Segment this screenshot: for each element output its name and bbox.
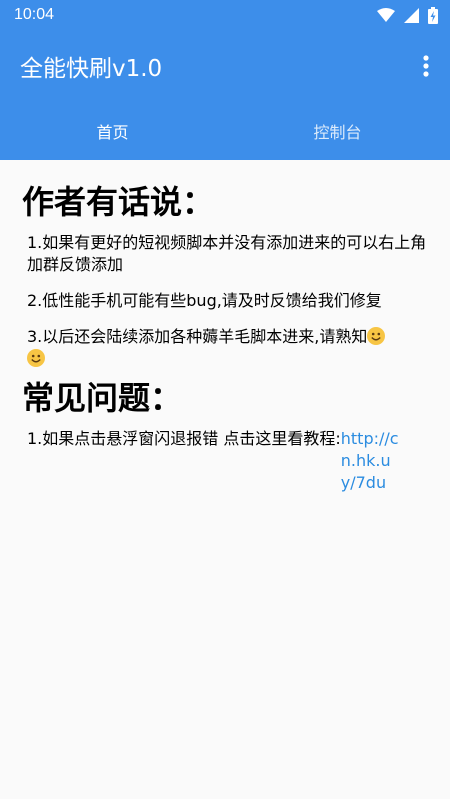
- author-item-2: 2.低性能手机可能有些bug,请及时反馈给我们修复: [27, 291, 382, 310]
- tab-console-label: 控制台: [313, 123, 362, 142]
- faq-item-1: 1.如果点击悬浮窗闪退报错 点击这里看教程: http://cn.hk.uy/7…: [27, 428, 428, 494]
- smile-emoji-icon: [367, 327, 386, 345]
- status-bar: 10:04: [0, 0, 450, 30]
- signal-icon: [404, 7, 419, 23]
- author-heading: 作者有话说：: [22, 183, 215, 221]
- more-vert-icon[interactable]: [414, 48, 438, 84]
- tab-bar: 首页 控制台: [0, 102, 450, 160]
- tab-home-label: 首页: [96, 123, 129, 142]
- tutorial-link[interactable]: http://cn.hk.uy/7du: [341, 428, 403, 494]
- tab-console[interactable]: 控制台: [225, 102, 450, 160]
- home-content: 作者有话说： 1.如果有更好的短视频脚本并没有添加进来的可以右上角加群反馈添加 …: [0, 160, 450, 799]
- status-icons: [377, 6, 438, 24]
- wifi-icon: [377, 8, 395, 22]
- author-item-3-text: 3.以后还会陆续添加各种薅羊毛脚本进来,请熟知: [27, 327, 368, 346]
- battery-icon: [428, 6, 438, 24]
- status-time: 10:04: [14, 6, 55, 23]
- author-item-1: 1.如果有更好的短视频脚本并没有添加进来的可以右上角加群反馈添加: [27, 233, 427, 274]
- faq-heading: 常见问题：: [22, 379, 183, 417]
- app-title: 全能快刷v1.0: [20, 56, 163, 82]
- app-bar: 全能快刷v1.0: [0, 30, 450, 102]
- smile-emoji-icon: [27, 349, 45, 367]
- tab-home[interactable]: 首页: [0, 102, 225, 160]
- author-item-3: 3.以后还会陆续添加各种薅羊毛脚本进来,请熟知: [27, 326, 428, 370]
- faq-item-1-text: 1.如果点击悬浮窗闪退报错 点击这里看教程:: [27, 429, 341, 448]
